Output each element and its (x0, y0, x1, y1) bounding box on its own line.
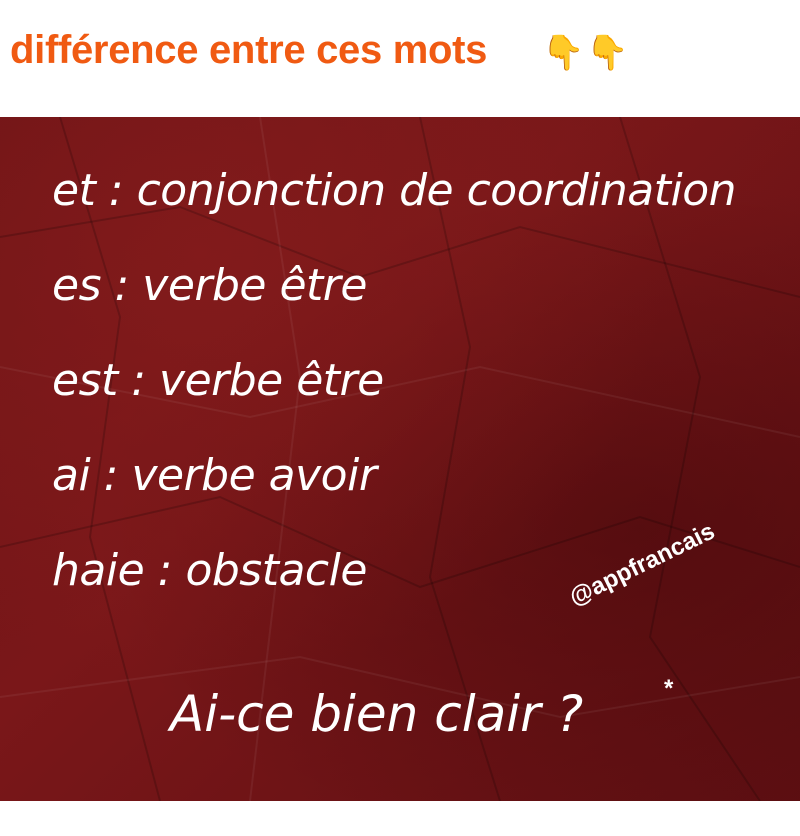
asterisk: * (664, 675, 674, 702)
pointing-down-hand-icon: 👇 (542, 33, 585, 73)
pointing-down-hands-icon: 👇👇 (542, 36, 631, 70)
definition-es: es : verbe être (52, 260, 367, 311)
poster-image: et : conjonction de coordination es : ve… (0, 117, 800, 801)
definition-est: est : verbe être (52, 355, 384, 406)
definition-ai: ai : verbe avoir (52, 450, 377, 501)
header-title: différence entre ces mots (10, 28, 488, 72)
pointing-down-hand-icon: 👇 (586, 33, 629, 73)
header: différence entre ces mots 👇👇 (0, 0, 800, 117)
footer-strip (0, 801, 800, 836)
definition-haie: haie : obstacle (52, 545, 367, 596)
closing-question: Ai-ce bien clair ? (170, 685, 584, 743)
definition-et: et : conjonction de coordination (52, 165, 737, 216)
